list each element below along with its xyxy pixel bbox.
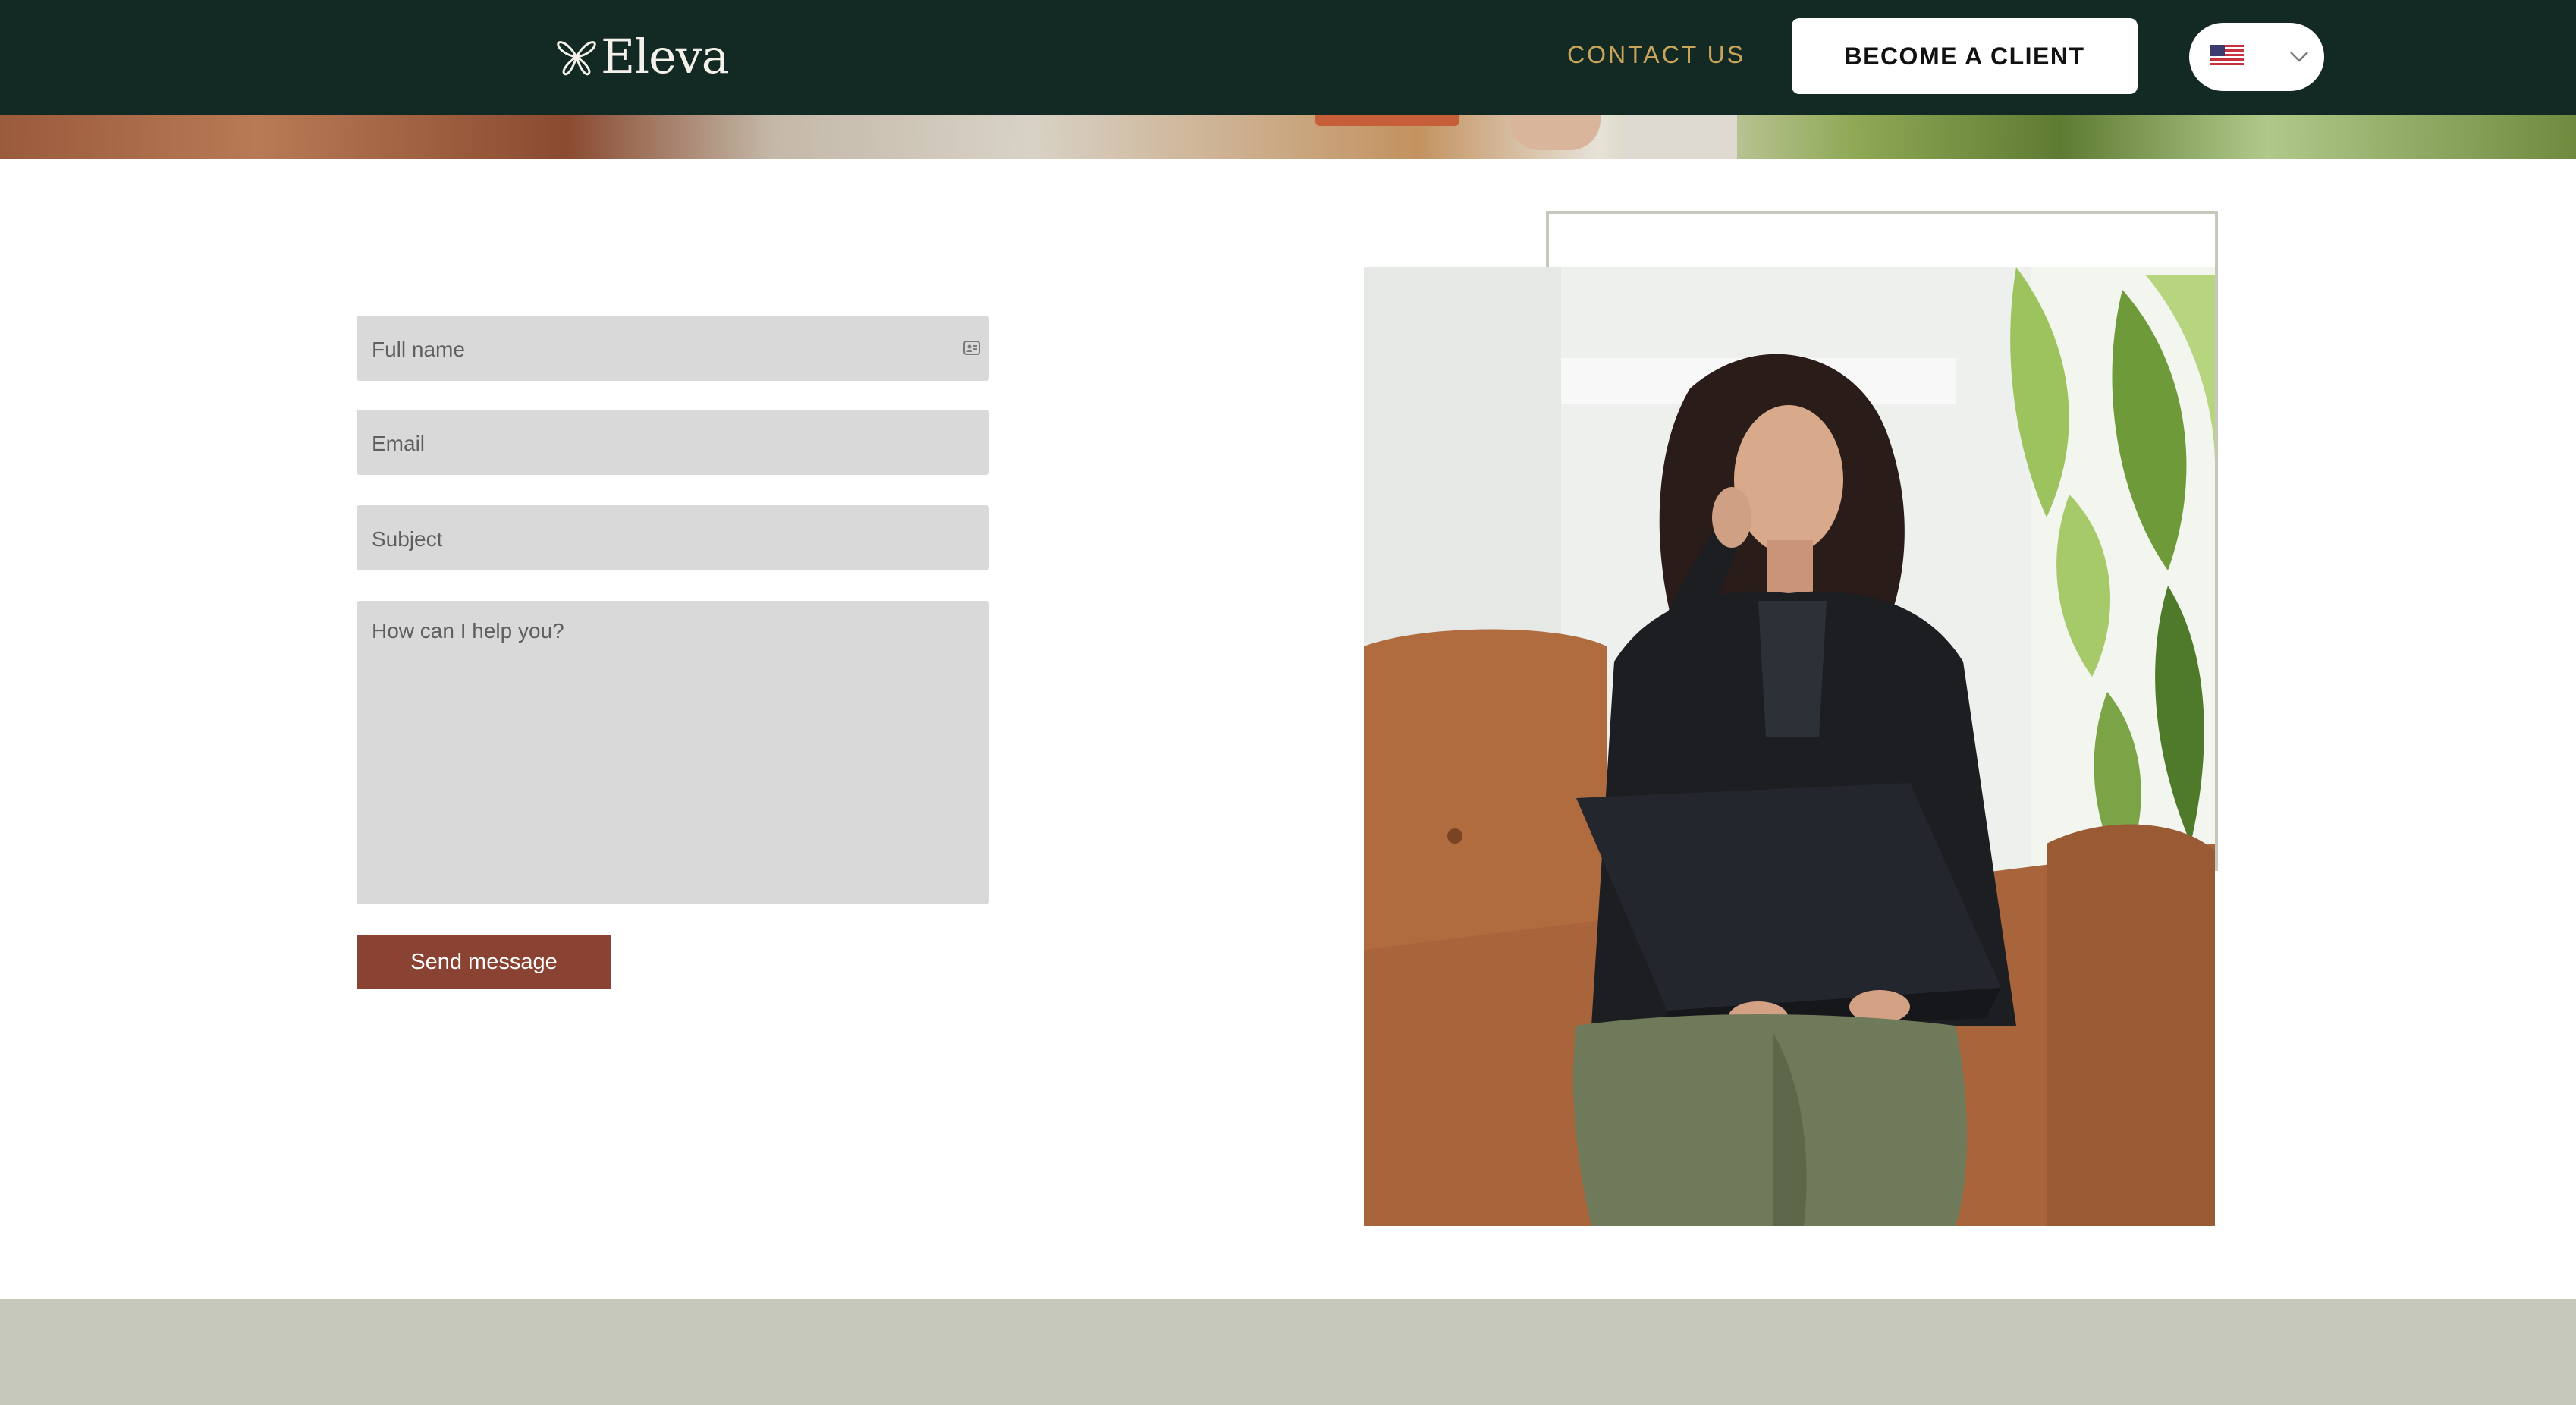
butterfly-logo-icon (557, 41, 596, 76)
nav-contact-us-link[interactable]: CONTACT US (1567, 41, 1745, 69)
message-textarea[interactable]: How can I help you? (357, 601, 989, 904)
full-name-placeholder: Full name (372, 338, 465, 361)
hero-knit-shape (1623, 115, 1737, 159)
become-a-client-button[interactable]: BECOME A CLIENT (1792, 18, 2138, 94)
autofill-contact-icon[interactable] (962, 338, 982, 358)
logo-wordmark: Eleva (601, 29, 730, 84)
email-field[interactable]: Email (357, 410, 989, 475)
hero-hand-shape (1509, 115, 1601, 150)
consultant-illustration (1364, 267, 2215, 1226)
consultant-photo (1364, 267, 2215, 1226)
page: Eleva CONTACT US BECOME A CLIENT Full na… (0, 0, 2576, 1405)
message-placeholder: How can I help you? (372, 619, 564, 643)
footer-band (0, 1299, 2576, 1405)
language-selector[interactable] (2189, 23, 2324, 91)
chevron-down-icon (2290, 52, 2308, 62)
logo[interactable]: Eleva (555, 23, 730, 91)
subject-field[interactable]: Subject (357, 505, 989, 570)
hero-phone-shape (1315, 115, 1459, 126)
email-placeholder: Email (372, 432, 426, 455)
send-message-button[interactable]: Send message (357, 935, 611, 989)
full-name-field[interactable]: Full name (357, 316, 989, 381)
hero-image-strip (0, 115, 2576, 159)
us-flag-icon (2210, 45, 2244, 68)
subject-placeholder: Subject (372, 527, 443, 551)
site-header: Eleva CONTACT US BECOME A CLIENT (0, 0, 2576, 115)
